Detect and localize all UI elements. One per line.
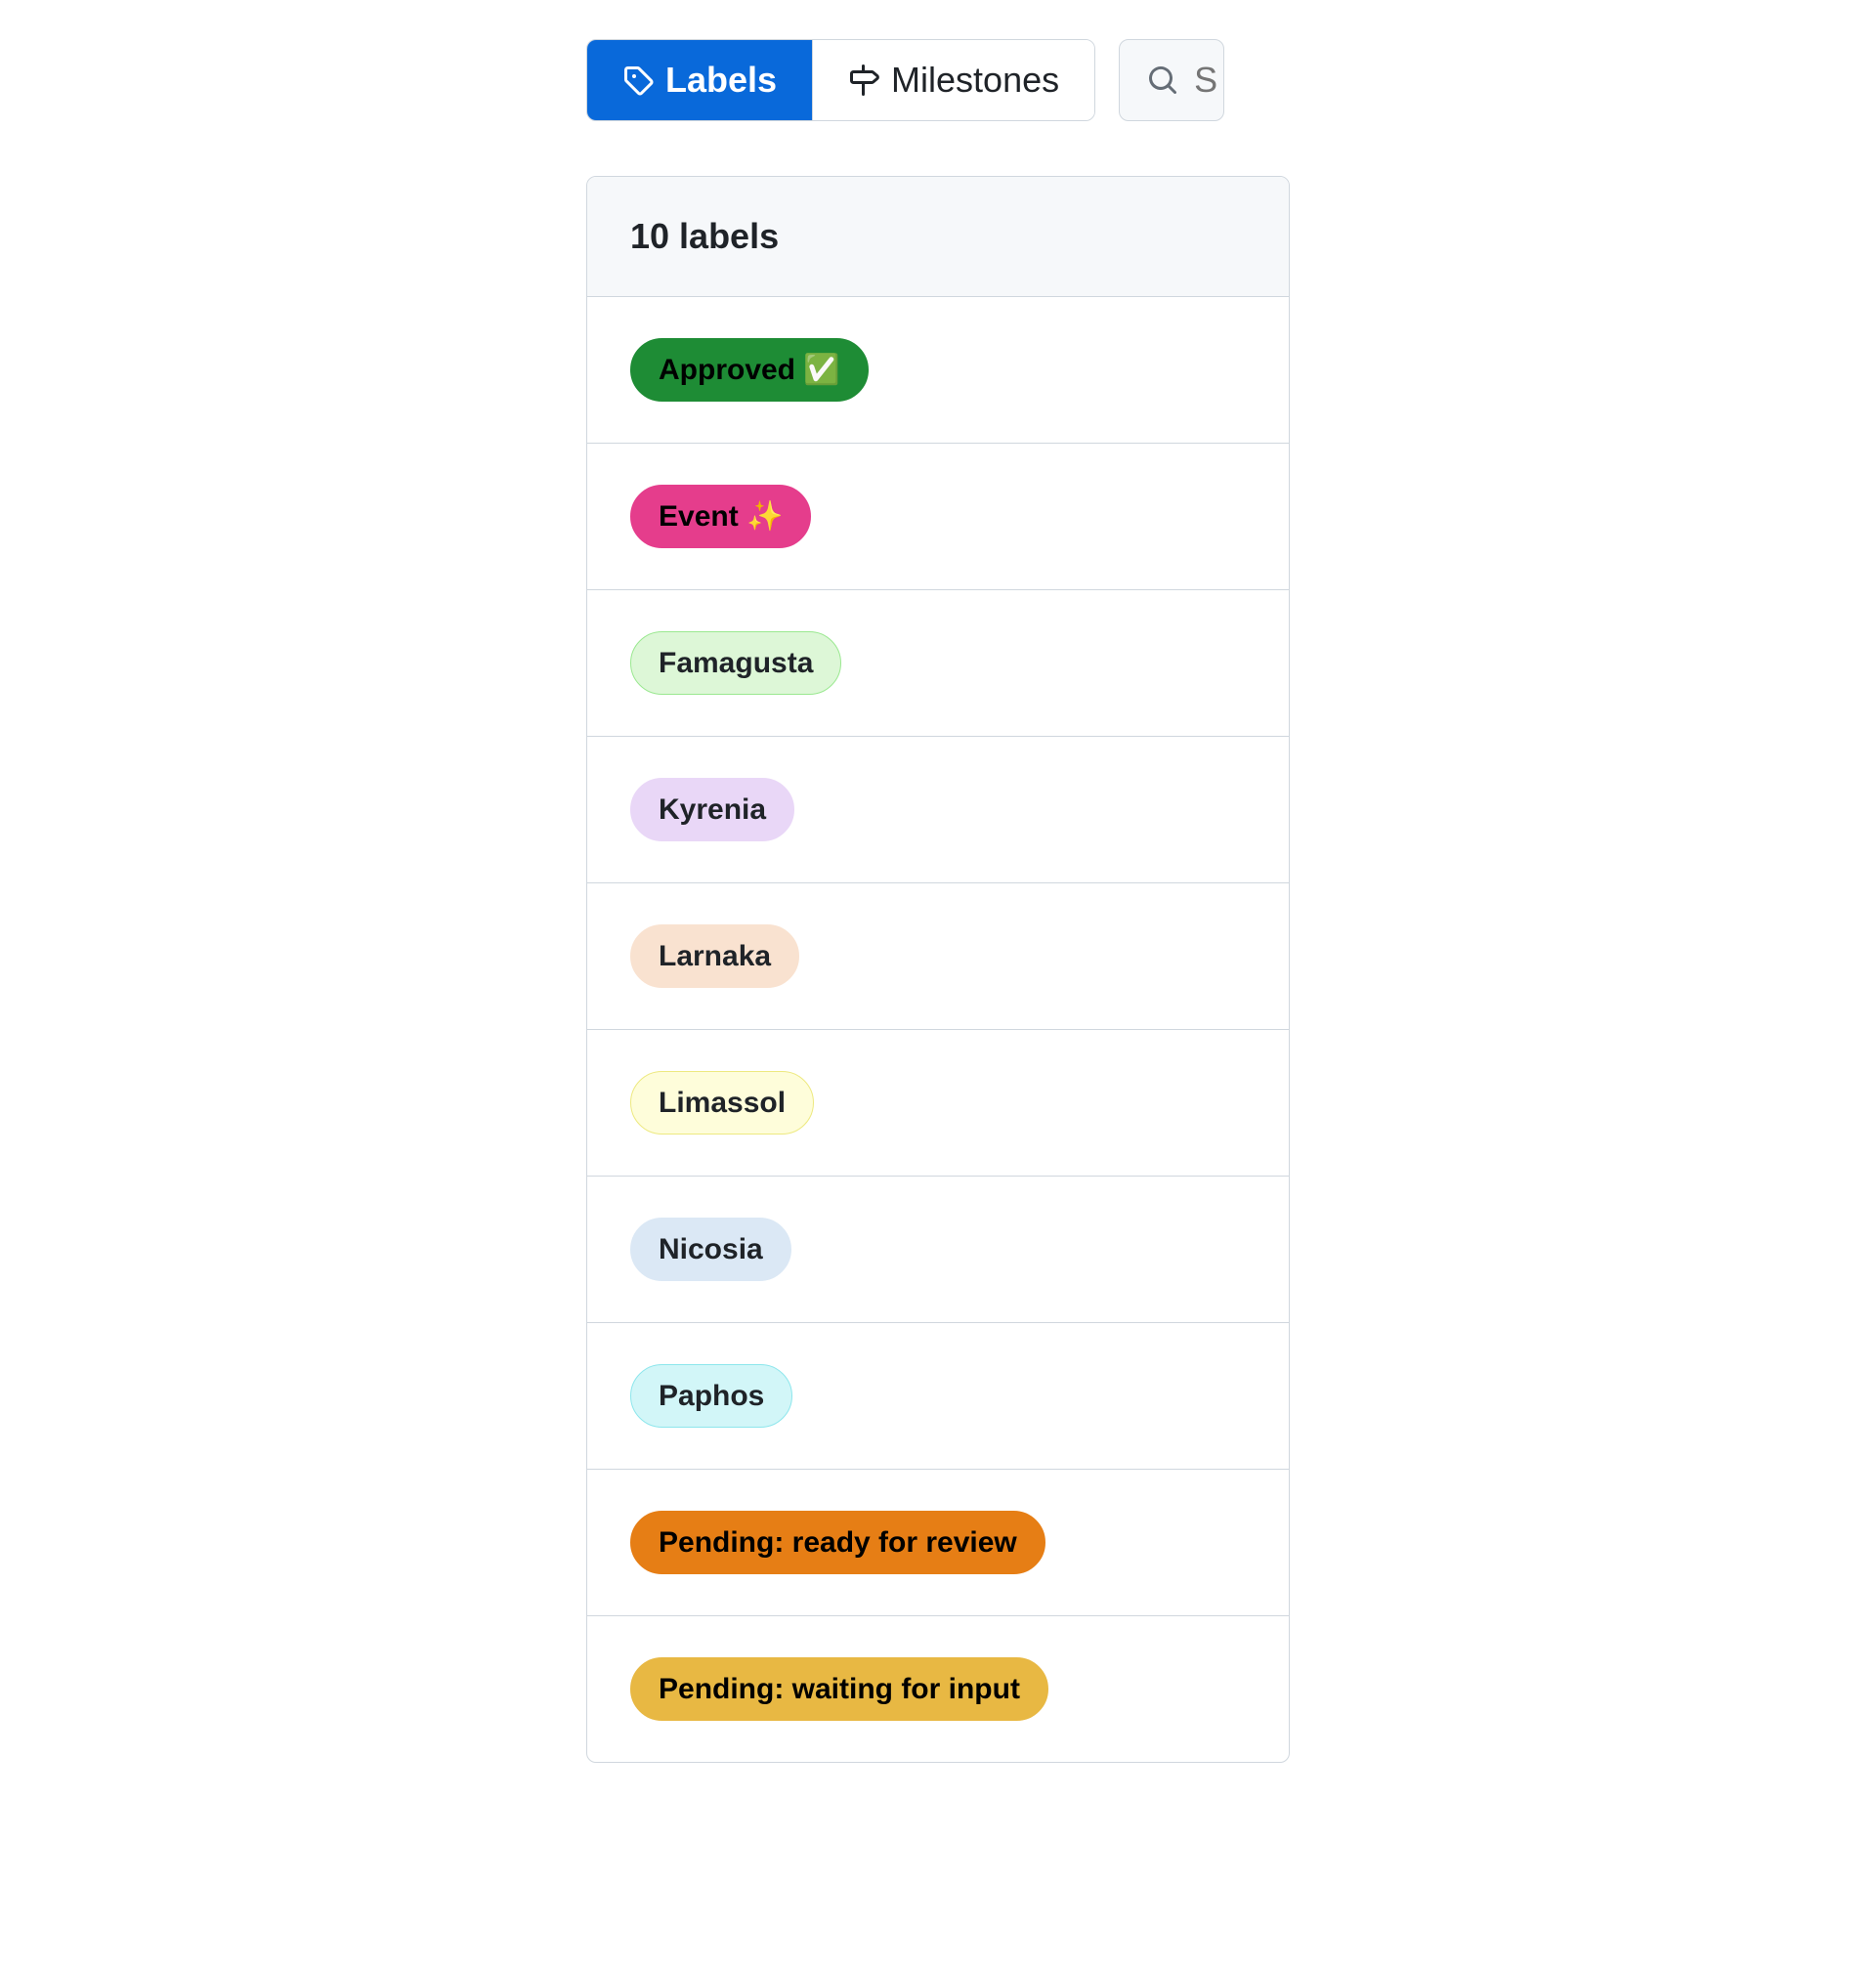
label-chip[interactable]: Pending: ready for review: [630, 1511, 1045, 1574]
panel-header: 10 labels: [587, 177, 1289, 297]
label-row: Kyrenia: [587, 737, 1289, 883]
labels-panel: 10 labels Approved ✅ Event ✨ Famagusta Kyre…: [586, 176, 1290, 1763]
label-chip[interactable]: Limassol: [630, 1071, 814, 1135]
label-row: Famagusta: [587, 590, 1289, 737]
label-row: Nicosia: [587, 1177, 1289, 1323]
tab-labels[interactable]: Labels: [587, 40, 812, 120]
label-chip[interactable]: Paphos: [630, 1364, 792, 1428]
search-box[interactable]: [1119, 39, 1224, 121]
label-row: Approved ✅: [587, 297, 1289, 444]
label-chip[interactable]: Famagusta: [630, 631, 841, 695]
label-row: Larnaka: [587, 883, 1289, 1030]
label-row: Event ✨: [587, 444, 1289, 590]
label-row: Pending: waiting for input: [587, 1616, 1289, 1762]
tab-group: Labels Milestones: [586, 39, 1095, 121]
tab-labels-text: Labels: [665, 60, 777, 101]
labels-list: Approved ✅ Event ✨ Famagusta Kyrenia Larnaka…: [587, 297, 1289, 1762]
label-chip[interactable]: Event ✨: [630, 485, 811, 548]
label-chip[interactable]: Approved ✅: [630, 338, 869, 402]
label-chip[interactable]: Pending: waiting for input: [630, 1657, 1048, 1721]
label-chip[interactable]: Nicosia: [630, 1218, 791, 1281]
toolbar: Labels Milestones: [586, 39, 1290, 121]
search-input[interactable]: [1194, 60, 1224, 101]
milestone-icon: [848, 64, 879, 96]
label-chip[interactable]: Kyrenia: [630, 778, 794, 841]
tab-milestones-text: Milestones: [891, 60, 1059, 101]
label-row: Paphos: [587, 1323, 1289, 1470]
tab-milestones[interactable]: Milestones: [812, 40, 1094, 120]
label-row: Limassol: [587, 1030, 1289, 1177]
label-row: Pending: ready for review: [587, 1470, 1289, 1616]
label-chip[interactable]: Larnaka: [630, 924, 799, 988]
tag-icon: [622, 64, 654, 96]
search-icon: [1147, 64, 1178, 96]
